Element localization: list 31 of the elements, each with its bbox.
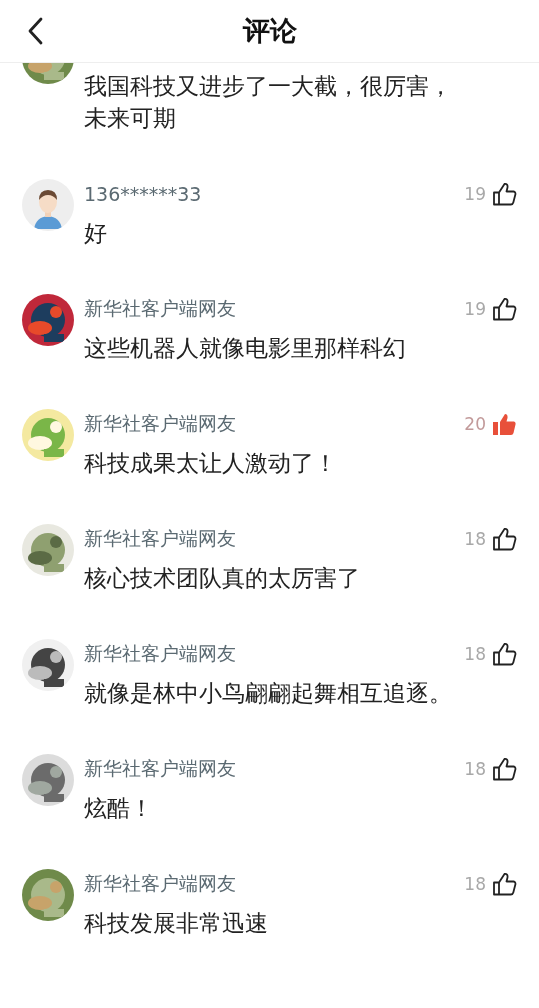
like-count: 20 [464, 414, 486, 434]
comment-text: 科技发展非常迅速 [84, 909, 269, 938]
thumbs-up-icon[interactable] [492, 527, 517, 551]
like-count: 18 [464, 759, 486, 779]
username: 新华社客户端网友 [84, 641, 236, 666]
username: 136******33 [84, 183, 202, 205]
username: 新华社客户端网友 [84, 296, 236, 321]
thumbs-up-icon[interactable] [492, 872, 517, 896]
avatar-icon [22, 179, 74, 231]
username: 新华社客户端网友 [84, 756, 236, 781]
thumbs-up-icon[interactable] [492, 182, 517, 206]
comment-text: 这些机器人就像电影里那样科幻 [84, 334, 407, 363]
comment-text: 好 [84, 219, 108, 248]
comment-text: 我国科技又进步了一大截，很厉害，未来可期 [84, 72, 453, 133]
comment-text: 科技成果太让人激动了！ [84, 449, 338, 478]
page-title: 评论 [242, 14, 297, 48]
comment-text: 核心技术团队真的太厉害了 [84, 564, 361, 593]
like-count: 18 [464, 529, 486, 549]
like-count: 19 [464, 184, 486, 204]
like-count: 18 [464, 644, 486, 664]
username: 新华社客户端网友 [84, 411, 236, 436]
like-count: 19 [464, 299, 486, 319]
username: 新华社客户端网友 [84, 526, 236, 551]
comment-text: 就像是林中小鸟翩翩起舞相互追逐。 [84, 679, 453, 708]
thumbs-up-icon[interactable] [492, 297, 517, 321]
thumbs-up-icon[interactable] [492, 412, 517, 436]
username: 新华社客户端网友 [84, 871, 236, 896]
thumbs-up-icon[interactable] [492, 757, 517, 781]
comment-text: 炫酷！ [84, 794, 154, 823]
thumbs-up-icon[interactable] [492, 642, 517, 666]
like-count: 18 [464, 874, 486, 894]
